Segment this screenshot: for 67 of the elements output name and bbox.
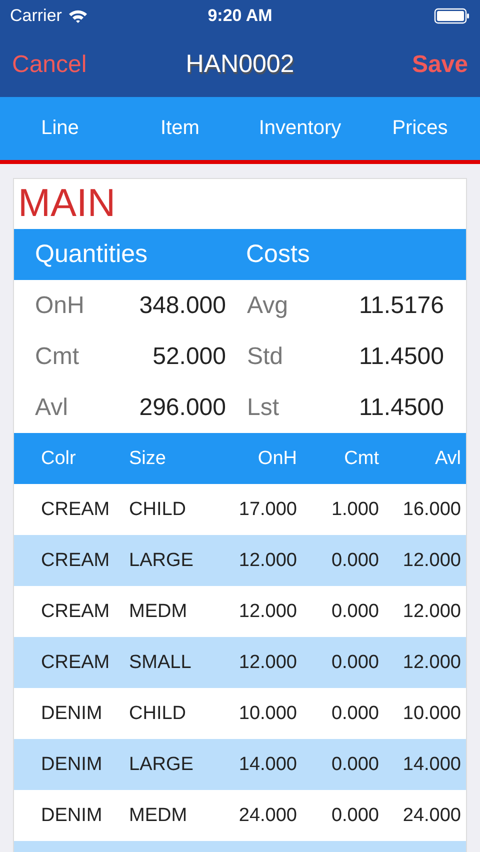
table-cell-text: CHILD — [129, 702, 188, 724]
table-cell-text: 0.000 — [330, 550, 379, 572]
table-cell-text: CHILD — [129, 498, 188, 520]
stat-value: 11.4500 — [358, 394, 444, 422]
table-row[interactable]: DENIM CHILD 10.000 0.000 10.000 — [14, 688, 466, 739]
table-cell-text: 1.000 — [330, 498, 379, 520]
table-row[interactable]: DENIM MEDM 24.000 0.000 24.000 — [14, 790, 466, 841]
table-cell-text: CREAM — [40, 652, 111, 674]
column-header: Size — [129, 448, 167, 470]
table-cell-text: 12.000 — [402, 652, 461, 674]
status-time: 9:20 AM — [208, 6, 272, 26]
section-heading: MAIN — [17, 181, 116, 227]
table-cell-text: 16.000 — [402, 498, 461, 520]
table-cell-text: 12.000 — [238, 600, 297, 622]
stat-label: Avl — [34, 394, 69, 422]
screen-title: HAN0002 — [186, 50, 294, 79]
table-cell-text: MEDM — [129, 804, 188, 826]
stat-label: Std — [247, 342, 284, 370]
table-cell-text: 0.000 — [330, 754, 379, 776]
table-cell-text: CREAM — [40, 498, 111, 520]
table-cell-text: LARGE — [129, 550, 194, 572]
table-cell-text: 0.000 — [330, 600, 379, 622]
stat-value: 52.000 — [152, 342, 226, 370]
table-cell-text: 12.000 — [402, 550, 461, 572]
stat-label: Cmt — [34, 342, 80, 370]
table-cell-text: DENIM — [40, 804, 104, 826]
table-cell-text: 0.000 — [330, 702, 379, 724]
summary-heading: Costs — [245, 240, 311, 269]
table-cell-text: 24.000 — [238, 804, 297, 826]
stat-label: OnH — [34, 292, 86, 320]
stat-value: 11.5176 — [358, 292, 444, 320]
table-row[interactable]: CREAM MEDM 12.000 0.000 12.000 — [14, 586, 466, 637]
table-cell-text: 14.000 — [238, 754, 297, 776]
table-cell-text: 12.000 — [402, 600, 461, 622]
table-cell-text: 14.000 — [402, 754, 461, 776]
column-header: Avl — [434, 448, 461, 470]
summary-heading: Quantities — [34, 240, 149, 269]
table-cell-text: DENIM — [40, 702, 104, 724]
table-cell-text: CREAM — [40, 600, 111, 622]
table-cell-text: MEDM — [129, 600, 188, 622]
table-cell-text: 12.000 — [238, 550, 297, 572]
table-cell-text: 0.000 — [330, 804, 379, 826]
table-cell-text: 0.000 — [330, 652, 379, 674]
wifi-icon — [68, 8, 88, 24]
table-cell-text: 10.000 — [402, 702, 461, 724]
stat-value: 11.4500 — [358, 342, 444, 370]
stat-value: 348.000 — [138, 292, 226, 320]
table-row[interactable]: DENIM LARGE 14.000 0.000 14.000 — [14, 739, 466, 790]
table-cell-text: CREAM — [40, 550, 111, 572]
stat-label: Lst — [247, 394, 280, 422]
table-cell-text: SMALL — [129, 652, 192, 674]
table-cell-text: 12.000 — [238, 652, 297, 674]
battery-icon — [434, 8, 470, 24]
table-row[interactable]: CREAM CHILD 17.000 1.000 16.000 — [14, 484, 466, 535]
column-header: Cmt — [343, 448, 379, 470]
table-cell-text: 24.000 — [402, 804, 461, 826]
table-row[interactable]: CREAM LARGE 12.000 0.000 12.000 — [14, 535, 466, 586]
stat-value: 296.000 — [138, 394, 226, 422]
table-cell-text: DENIM — [40, 754, 104, 776]
stat-label: Avg — [247, 292, 289, 320]
column-header: OnH — [256, 448, 297, 470]
table-cell-text: 10.000 — [238, 702, 297, 724]
table-cell-text: LARGE — [129, 754, 194, 776]
table-cell-text: 17.000 — [238, 498, 297, 520]
column-header: Colr — [40, 448, 77, 470]
table-row[interactable]: CREAM SMALL 12.000 0.000 12.000 — [14, 637, 466, 688]
carrier-name: Carrier — [10, 6, 62, 26]
